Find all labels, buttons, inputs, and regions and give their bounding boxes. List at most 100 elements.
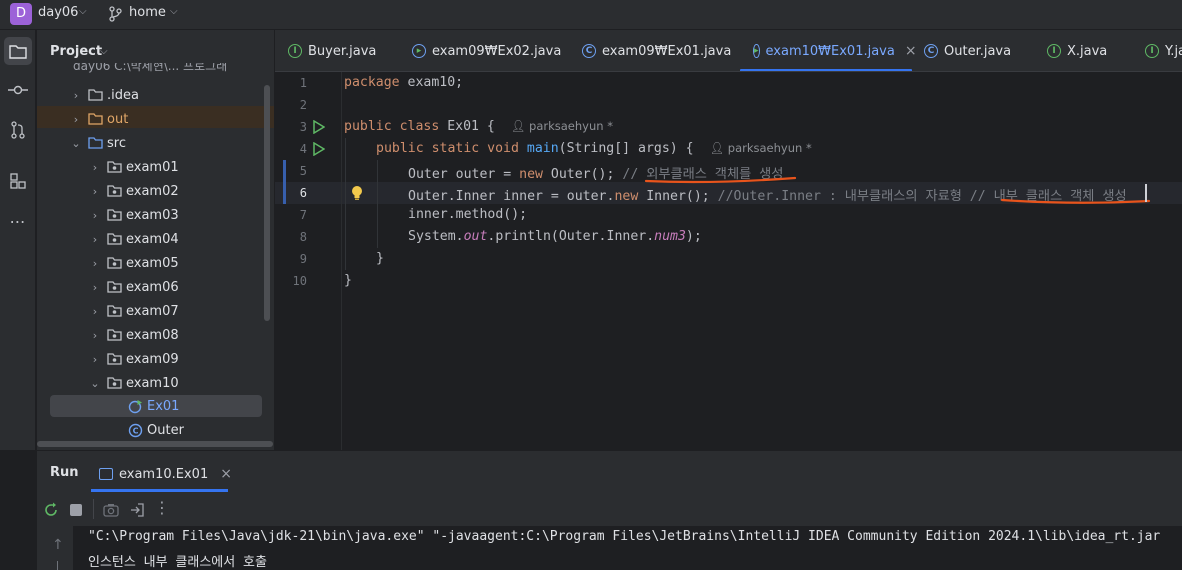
console-icon	[99, 468, 113, 480]
tab-label: Outer.java	[944, 43, 1012, 59]
chevron-right-icon[interactable]: ›	[88, 305, 102, 318]
tree-item-label: exam02	[126, 183, 179, 199]
tree-item-src[interactable]: ⌄ src	[69, 132, 126, 154]
chevron-right-icon[interactable]: ›	[69, 113, 83, 126]
tree-item-idea[interactable]: › .idea	[69, 84, 139, 106]
chevron-right-icon[interactable]: ›	[88, 161, 102, 174]
tab-label: X.java	[1067, 43, 1108, 59]
more-icon[interactable]: ⋯	[4, 207, 32, 235]
tab-buyer-java[interactable]: I Buyer.java	[288, 30, 377, 71]
project-badge[interactable]: D	[10, 3, 32, 25]
tree-root-label: day06 C:\박세현\... 프로그래	[73, 63, 228, 73]
tree-item-label: exam06	[126, 279, 179, 295]
scroll-down-icon[interactable]	[57, 561, 58, 570]
tree-item-label: out	[107, 111, 129, 127]
package-icon	[106, 184, 122, 198]
code-editor[interactable]: 1 2 3 4 5 6 7 8 9 10 package exam10; pub…	[275, 72, 1182, 450]
editor-tabs: I Buyer.java ▸ exam09₩Ex02.java C exam09…	[275, 30, 1182, 72]
chevron-down-icon[interactable]: ⌵	[100, 46, 108, 57]
run-class-icon	[127, 399, 143, 413]
tab-exam10-ex01[interactable]: ▸ exam10₩Ex01.java ×	[740, 30, 917, 71]
chevron-down-icon[interactable]: ⌄	[69, 137, 83, 150]
chevron-right-icon[interactable]: ›	[69, 89, 83, 102]
project-panel: Project ⌵ day06 C:\박세현\... 프로그래 › .idea …	[37, 30, 274, 450]
more-icon[interactable]: ⋮	[154, 498, 170, 517]
project-folder-icon[interactable]	[4, 37, 32, 65]
package-icon	[106, 304, 122, 318]
chevron-right-icon[interactable]: ›	[88, 185, 102, 198]
scroll-up-icon[interactable]: ↑	[52, 537, 64, 553]
tree-item-package[interactable]: › exam09	[88, 348, 179, 370]
tree-item-label: Outer	[147, 422, 184, 438]
package-icon	[106, 352, 122, 366]
project-panel-title[interactable]: Project	[50, 44, 102, 59]
run-tab-exam10-ex01[interactable]: exam10.Ex01 ×	[99, 461, 232, 487]
tree-root-partial: day06 C:\박세현\... 프로그래	[73, 63, 227, 77]
tab-x-java[interactable]: I X.java	[1047, 30, 1108, 71]
run-tab-label: exam10.Ex01	[119, 466, 209, 482]
code-line: }	[376, 251, 384, 266]
chevron-right-icon[interactable]: ›	[88, 209, 102, 222]
package-icon	[106, 208, 122, 222]
rerun-icon[interactable]	[43, 502, 59, 522]
tree-item-package[interactable]: › exam04	[88, 228, 179, 250]
close-icon[interactable]: ×	[220, 466, 232, 482]
tree-item-label: exam04	[126, 231, 179, 247]
pull-requests-icon[interactable]	[4, 116, 32, 144]
horizontal-scrollbar[interactable]	[37, 441, 273, 447]
chevron-right-icon[interactable]: ›	[88, 233, 102, 246]
tab-label: exam09₩Ex01.java	[602, 43, 732, 59]
tab-y-java[interactable]: I Y.ja	[1145, 30, 1182, 71]
tree-item-package[interactable]: › exam01	[88, 156, 179, 178]
folder-icon	[87, 112, 103, 126]
tree-item-class-ex01[interactable]: Ex01	[127, 395, 179, 417]
tree-item-package[interactable]: › exam08	[88, 324, 179, 346]
chevron-right-icon[interactable]: ›	[88, 257, 102, 270]
vertical-scrollbar[interactable]	[264, 85, 270, 321]
exit-icon[interactable]	[129, 502, 145, 522]
project-name[interactable]: day06	[38, 5, 78, 20]
tab-label: Buyer.java	[308, 43, 377, 59]
line-number: 8	[299, 230, 307, 244]
package-icon	[106, 280, 122, 294]
tree-item-label: exam07	[126, 303, 179, 319]
tab-label: exam10₩Ex01.java	[765, 43, 895, 59]
tree-item-class-outer[interactable]: C Outer	[127, 419, 184, 441]
close-icon[interactable]: ×	[905, 43, 917, 59]
code-token: }	[376, 251, 384, 266]
code-line: System.out.println(Outer.Inner.num3);	[408, 229, 702, 244]
tab-exam09-ex01[interactable]: C exam09₩Ex01.java	[582, 30, 732, 71]
chevron-right-icon[interactable]: ›	[88, 329, 102, 342]
tree-item-package[interactable]: › exam03	[88, 204, 179, 226]
toolbar-divider	[93, 499, 94, 519]
tab-outer-java[interactable]: C Outer.java	[924, 30, 1012, 71]
chevron-down-icon[interactable]: ⌄	[88, 377, 102, 390]
tab-label: Y.ja	[1165, 43, 1182, 59]
tab-exam09-ex02[interactable]: ▸ exam09₩Ex02.java	[412, 30, 561, 71]
stop-icon[interactable]	[70, 504, 82, 516]
console-line: 인스턴스 내부 클래스에서 호출	[88, 555, 267, 570]
tree-item-label: exam01	[126, 159, 179, 175]
tree-item-package[interactable]: › exam07	[88, 300, 179, 322]
structure-icon[interactable]	[4, 167, 32, 195]
commit-icon[interactable]	[4, 76, 32, 104]
tree-item-package[interactable]: ⌄ exam10	[88, 372, 179, 394]
tree-item-out[interactable]: › out	[69, 108, 129, 130]
camera-icon[interactable]	[103, 503, 119, 521]
source-folder-icon	[87, 136, 103, 150]
class-icon: C	[582, 44, 596, 58]
console-output[interactable]: "C:\Program Files\Java\jdk-21\bin\java.e…	[73, 526, 1182, 570]
run-panel-title[interactable]: Run	[50, 465, 79, 480]
chevron-down-icon[interactable]: ⌵	[170, 6, 178, 17]
chevron-right-icon[interactable]: ›	[88, 281, 102, 294]
chevron-right-icon[interactable]: ›	[88, 353, 102, 366]
tree-item-package[interactable]: › exam05	[88, 252, 179, 274]
line-number: 9	[299, 252, 307, 266]
tree-item-label: exam10	[126, 375, 179, 391]
tree-item-label: exam08	[126, 327, 179, 343]
tree-item-package[interactable]: › exam06	[88, 276, 179, 298]
tree-item-package[interactable]: › exam02	[88, 180, 179, 202]
chevron-down-icon[interactable]: ⌵	[79, 6, 87, 17]
branch-name[interactable]: home	[129, 5, 166, 20]
annotation-underline	[644, 176, 1151, 204]
